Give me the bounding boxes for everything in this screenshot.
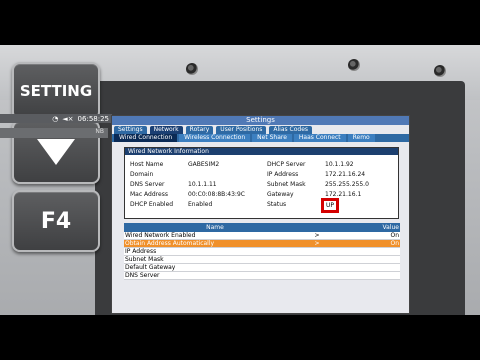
setting-key[interactable]: SETTING <box>12 62 100 120</box>
domain-label: Domain <box>130 171 154 178</box>
video-frame: SETTING F4 ◔ ◄× 06:58:25 NB Settings Set… <box>0 45 480 315</box>
f4-key[interactable]: F4 <box>12 190 100 252</box>
screw-icon <box>186 63 198 75</box>
host-name-value: GABESIM2 <box>188 161 220 168</box>
subtab-remote[interactable]: Remo <box>347 134 375 142</box>
table-header-row: Name Value <box>124 223 400 232</box>
table-row-selected[interactable]: Obtain Address Automatically > On <box>124 239 400 248</box>
table-row[interactable]: Subnet Mask <box>124 255 400 264</box>
subtab-wired-connection[interactable]: Wired Connection <box>114 134 178 142</box>
row-arrow <box>306 255 328 264</box>
value-column-header: Value <box>328 223 400 232</box>
table-row[interactable]: Default Gateway <box>124 263 400 272</box>
tab-user-positions[interactable]: User Positions <box>216 126 267 134</box>
subnet-mask-label: Subnet Mask <box>267 181 306 188</box>
dhcp-enabled-label: DHCP Enabled <box>130 201 174 208</box>
status-label: Status <box>267 201 287 208</box>
row-value: On <box>328 239 400 248</box>
speaker-icon: ◄× <box>62 114 74 123</box>
gateway-label: Gateway <box>267 191 294 198</box>
row-value <box>328 271 400 280</box>
table-row[interactable]: Wired Network Enabled > On <box>124 232 400 240</box>
subtab-net-share[interactable]: Net Share <box>252 134 292 142</box>
table-row[interactable]: IP Address <box>124 247 400 256</box>
ip-address-label: IP Address <box>267 171 299 178</box>
dhcp-server-value: 10.1.1.92 <box>325 161 354 168</box>
wired-network-info-panel: Wired Network Information Host Name GABE… <box>124 147 399 219</box>
mac-address-label: Mac Address <box>130 191 168 198</box>
name-column-header: Name <box>124 223 306 232</box>
info-grid: Host Name GABESIM2 Domain DNS Server 10.… <box>125 155 398 215</box>
row-arrow: > <box>306 232 328 240</box>
row-name: Wired Network Enabled <box>124 232 306 240</box>
row-value <box>328 263 400 272</box>
down-arrow-icon <box>37 139 75 165</box>
screw-icon <box>348 59 360 71</box>
ip-address-value: 172.21.16.24 <box>325 171 366 178</box>
subtab-haas-connect[interactable]: Haas Connect <box>293 134 346 142</box>
tab-network[interactable]: Network <box>149 126 183 134</box>
settings-window: Settings Settings Network Rotary User Po… <box>111 115 410 314</box>
row-name: Subnet Mask <box>124 255 306 264</box>
setting-key-label: SETTING <box>19 82 93 100</box>
nb-label: NB <box>95 128 104 135</box>
gateway-value: 172.21.16.1 <box>325 191 362 198</box>
mac-address-value: 00:C0:08:8B:43:9C <box>188 191 245 198</box>
network-subtabs: Wired Connection Wireless Connection Net… <box>112 134 409 142</box>
window-title: Settings <box>112 116 409 125</box>
tab-settings[interactable]: Settings <box>114 126 147 134</box>
arrow-column-header <box>306 223 328 232</box>
table-row[interactable]: DNS Server <box>124 271 400 280</box>
row-name: IP Address <box>124 247 306 256</box>
panel-title: Wired Network Information <box>125 148 398 155</box>
status-badge: UP <box>321 198 340 213</box>
f4-key-label: F4 <box>40 208 72 234</box>
dns-server-label: DNS Server <box>130 181 165 188</box>
row-arrow <box>306 263 328 272</box>
row-name: DNS Server <box>124 271 306 280</box>
tab-rotary[interactable]: Rotary <box>185 126 214 134</box>
wifi-icon: ◔ <box>52 114 59 123</box>
row-value: On <box>328 232 400 240</box>
dhcp-enabled-value: Enabled <box>188 201 213 208</box>
row-value <box>328 247 400 256</box>
row-arrow <box>306 271 328 280</box>
tab-alias-codes[interactable]: Alias Codes <box>269 126 313 134</box>
clock-time: 06:58:25 <box>77 114 109 123</box>
row-name: Obtain Address Automatically <box>124 239 306 248</box>
row-name: Default Gateway <box>124 263 306 272</box>
row-arrow: > <box>306 239 328 248</box>
main-tabs: Settings Network Rotary User Positions A… <box>112 125 409 134</box>
row-value <box>328 255 400 264</box>
subnet-mask-value: 255.255.255.0 <box>325 181 369 188</box>
subtab-wireless-connection[interactable]: Wireless Connection <box>179 134 251 142</box>
status-bar: ◔ ◄× 06:58:25 <box>0 114 112 123</box>
host-name-label: Host Name <box>130 161 164 168</box>
row-arrow <box>306 247 328 256</box>
dns-server-value: 10.1.1.11 <box>188 181 217 188</box>
network-settings-table: Name Value Wired Network Enabled > On Ob… <box>124 223 400 280</box>
nb-indicator: NB <box>0 128 108 138</box>
dhcp-server-label: DHCP Server <box>267 161 306 168</box>
screw-icon <box>434 65 446 77</box>
